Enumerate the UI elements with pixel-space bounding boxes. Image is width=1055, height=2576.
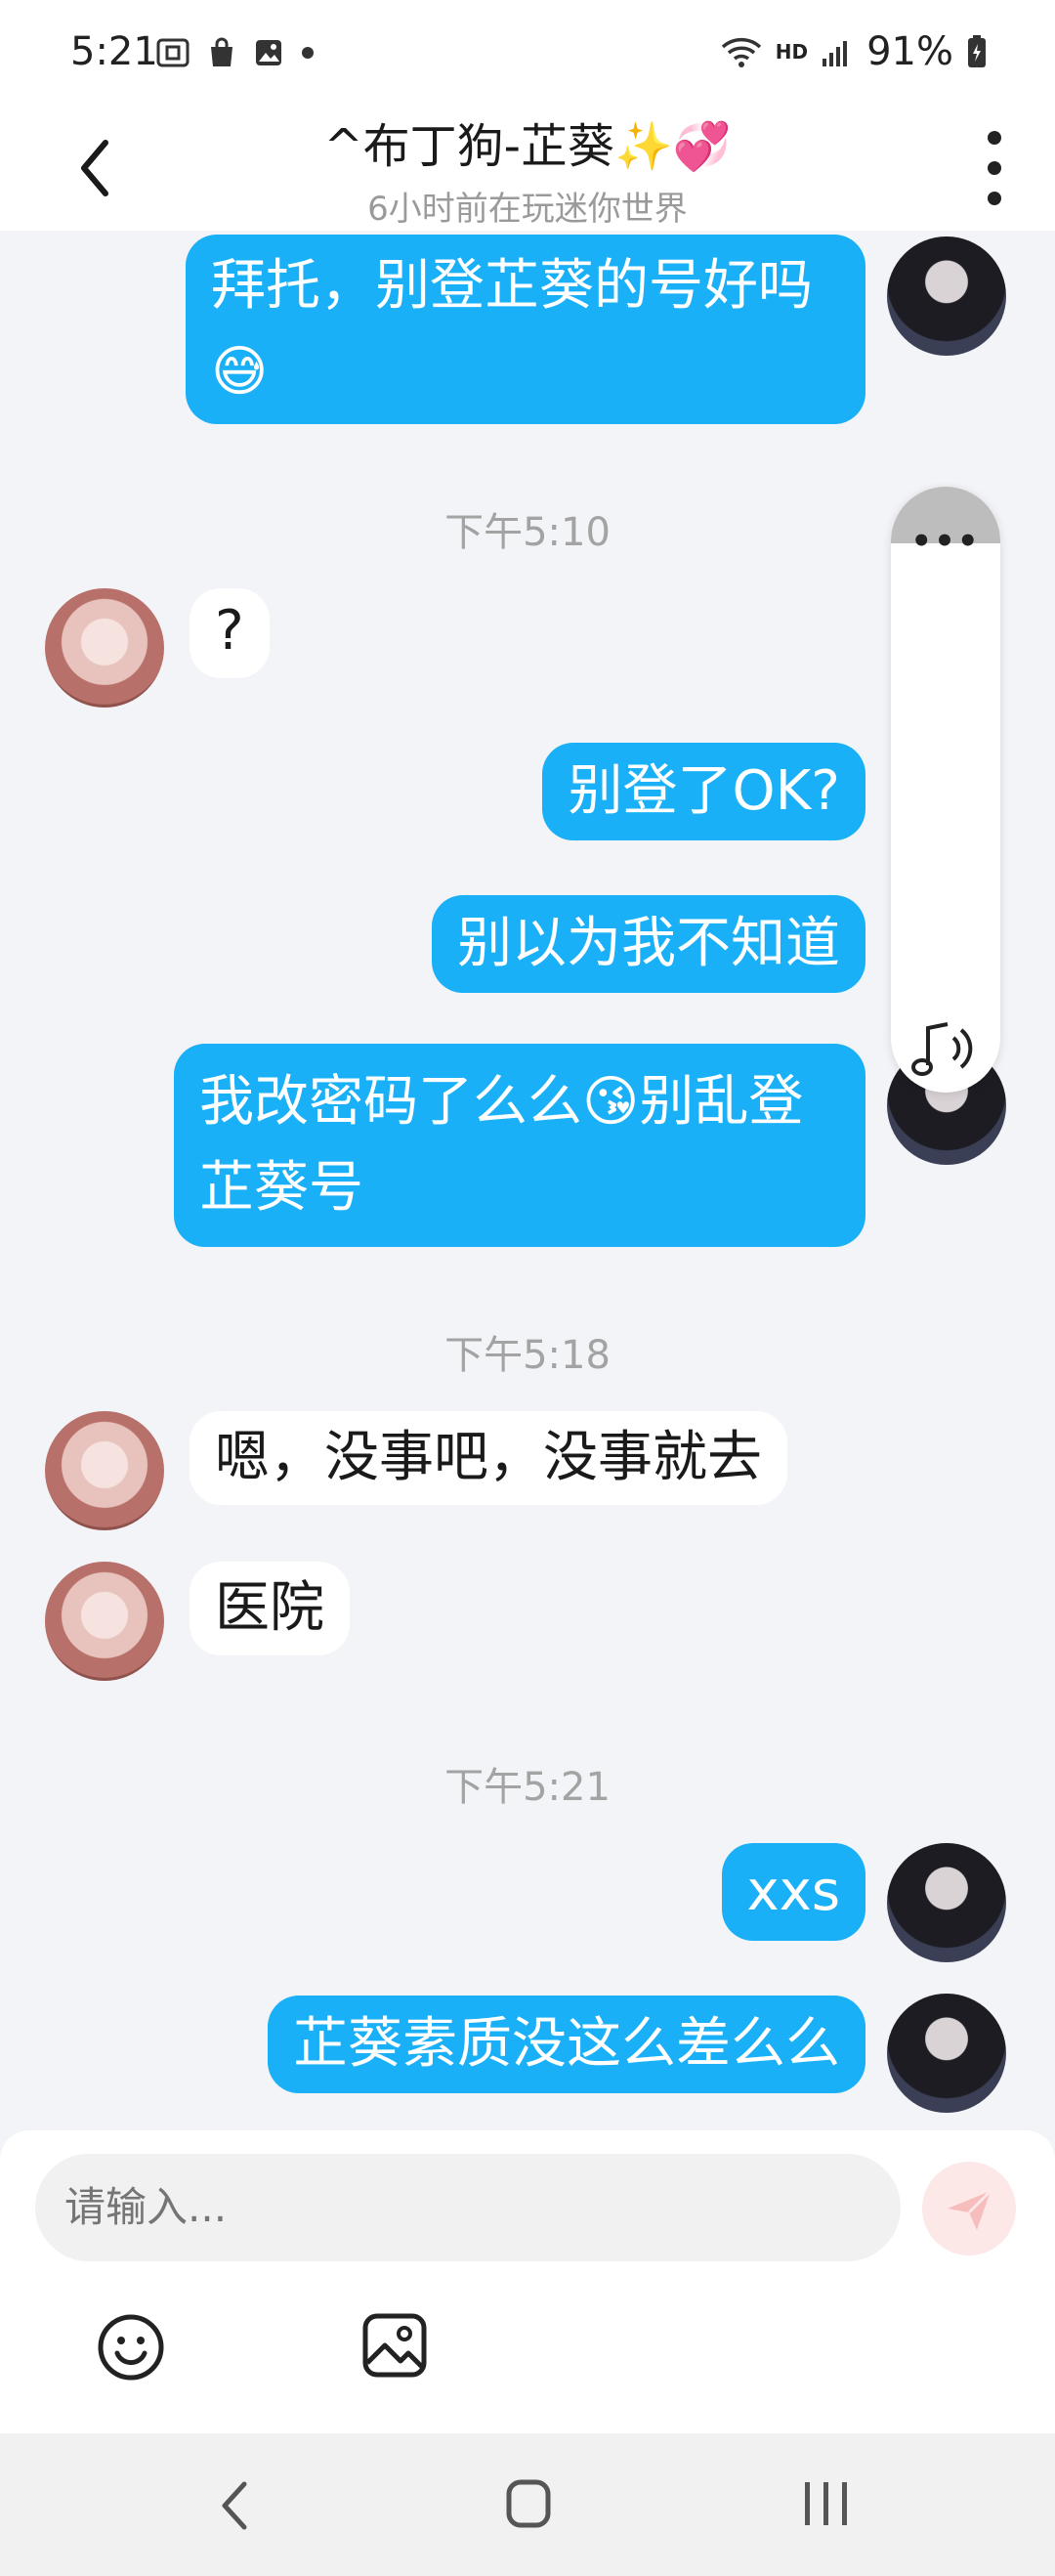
floating-music-panel[interactable]: ••• <box>891 487 1000 1093</box>
screenshot-icon <box>156 38 190 67</box>
shopping-bag-icon <box>211 37 232 66</box>
timestamp: 下午5:21 <box>444 1765 611 1810</box>
more-notifications-icon <box>302 47 314 59</box>
message-input[interactable] <box>35 2154 901 2261</box>
signal-icon <box>823 41 848 66</box>
more-options-icon[interactable] <box>985 131 1004 205</box>
status-bar: 5:21 HD 91% <box>0 0 1055 107</box>
message-bubble-out[interactable]: 拜托，别登芷葵的号好吗😅 <box>186 235 865 424</box>
message-bubble-in[interactable]: 医院 <box>190 1562 350 1655</box>
message-bubble-out[interactable]: 别以为我不知道 <box>432 895 865 993</box>
system-nav-bar <box>0 2433 1055 2576</box>
chat-header: ^布丁狗-芷葵✨💞 6小时前在玩迷你世界 <box>0 107 1055 231</box>
composer <box>0 2130 1055 2433</box>
message-bubble-out[interactable]: 芷葵素质没这么差么么 <box>268 1996 865 2093</box>
message-bubble-out[interactable]: 别登了OK? <box>542 743 865 840</box>
message-bubble-out[interactable]: 我改密码了么么😘别乱登芷葵号 <box>174 1044 865 1247</box>
status-time: 5:21 <box>70 29 158 74</box>
notification-icons <box>156 37 315 68</box>
image-icon[interactable] <box>361 2312 428 2379</box>
nav-home-icon[interactable] <box>506 2476 551 2531</box>
chat-title[interactable]: ^布丁狗-芷葵✨💞 <box>0 107 1055 176</box>
panel-more-icon[interactable]: ••• <box>891 522 1000 561</box>
nav-back-icon[interactable] <box>215 2476 254 2535</box>
chat-subtitle: 6小时前在玩迷你世界 <box>367 190 688 229</box>
send-icon <box>948 2189 992 2230</box>
contact-avatar[interactable] <box>45 1562 164 1681</box>
status-right: HD 91% <box>721 29 987 74</box>
contact-avatar[interactable] <box>45 588 164 708</box>
message-bubble-out[interactable]: xxs <box>721 1843 865 1941</box>
hd-label: HD <box>775 40 809 64</box>
my-avatar[interactable] <box>887 1994 1006 2113</box>
music-note-icon[interactable] <box>908 1014 987 1083</box>
emoji-icon[interactable] <box>96 2312 166 2383</box>
battery-percent: 91% <box>866 29 953 74</box>
send-button[interactable] <box>922 2162 1016 2255</box>
timestamp: 下午5:18 <box>444 1333 611 1378</box>
wifi-icon <box>721 37 761 67</box>
nav-recent-apps-icon[interactable] <box>801 2476 852 2531</box>
message-bubble-in[interactable]: ? <box>190 588 270 678</box>
battery-icon <box>968 35 986 67</box>
message-bubble-in[interactable]: 嗯，没事吧，没事就去 <box>190 1411 787 1505</box>
my-avatar[interactable] <box>887 236 1006 356</box>
my-avatar[interactable] <box>887 1843 1006 1962</box>
gallery-icon <box>256 40 281 65</box>
contact-avatar[interactable] <box>45 1411 164 1530</box>
